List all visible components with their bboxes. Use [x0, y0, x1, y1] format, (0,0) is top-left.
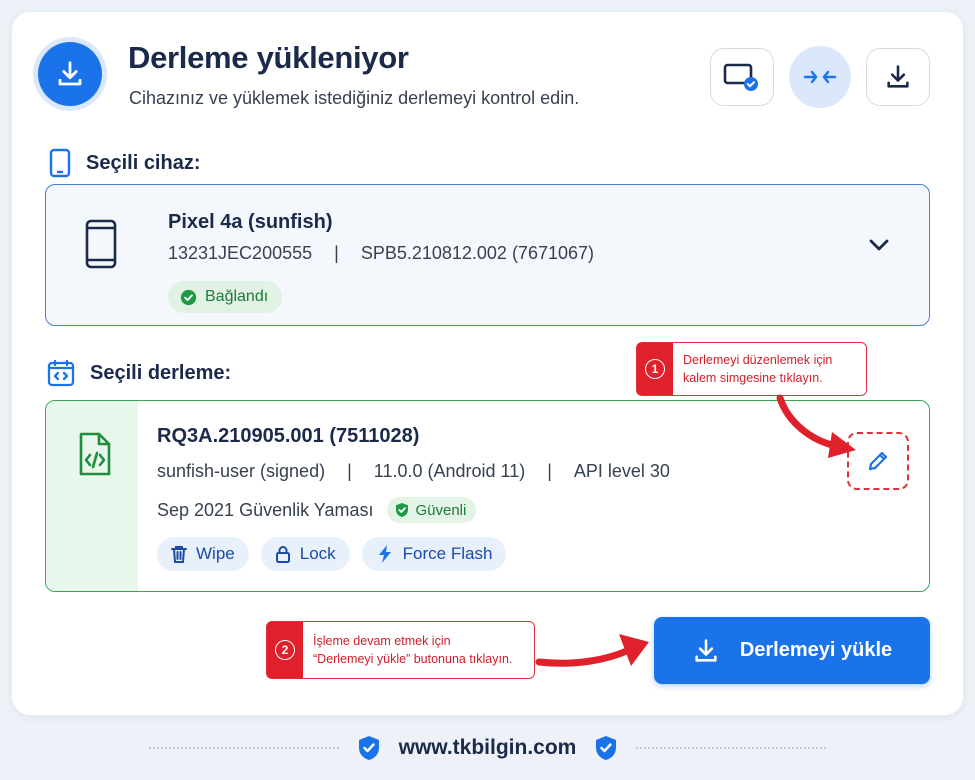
- wipe-label: Wipe: [196, 544, 235, 563]
- build-version: 11.0.0 (Android 11): [373, 461, 526, 481]
- build-section-title: Seçili derleme:: [90, 361, 232, 384]
- wipe-chip[interactable]: Wipe: [157, 537, 249, 571]
- callout-line: “Derlemeyi yükle” butonuna tıklayın.: [313, 652, 513, 666]
- shield-check-icon: [396, 503, 409, 517]
- divider: [636, 747, 827, 749]
- shield-check-icon: [358, 736, 379, 760]
- callout-text: İşleme devam etmek için “Derlemeyi yükle…: [313, 632, 512, 668]
- flash-icon: [378, 545, 391, 563]
- callout-edit-hint: 1 Derlemeyi düzenlemek için kalem simges…: [636, 342, 867, 396]
- download-button[interactable]: [866, 48, 930, 106]
- build-api-level: API level 30: [573, 461, 670, 481]
- build-meta: sunfish-user (signed) | 11.0.0 (Android …: [157, 461, 670, 482]
- device-section-title: Seçili cihaz:: [86, 151, 201, 174]
- force-flash-chip[interactable]: Force Flash: [361, 537, 507, 571]
- callout-line: kalem simgesine tıklayın.: [683, 371, 823, 385]
- footer: www.tkbilgin.com: [0, 728, 975, 768]
- build-name: RQ3A.210905.001 (7511028): [157, 425, 420, 447]
- code-window-icon: [47, 359, 75, 387]
- check-circle-icon: [180, 289, 197, 305]
- callout-line: Derlemeyi düzenlemek için: [683, 353, 833, 367]
- phone-icon: [49, 148, 71, 178]
- page-subtitle: Cihazınız ve yüklemek istediğiniz derlem…: [129, 88, 580, 108]
- lock-chip[interactable]: Lock: [260, 537, 350, 571]
- security-patch-text: Sep 2021 Güvenlik Yaması: [157, 499, 374, 520]
- device-name: Pixel 4a (sunfish): [168, 211, 333, 233]
- selected-device-card[interactable]: Pixel 4a (sunfish) 13231JEC200555 | SPB5…: [45, 184, 930, 326]
- page-title: Derleme yükleniyor: [128, 40, 409, 75]
- chevron-down-icon[interactable]: [867, 237, 891, 253]
- callout-line: İşleme devam etmek için: [313, 634, 451, 648]
- phone-icon: [85, 219, 117, 269]
- status-badge: Bağlandı: [168, 281, 283, 313]
- arrow-icon: [535, 634, 649, 667]
- meta-separator: |: [347, 461, 352, 481]
- safe-badge-text: Güvenli: [415, 501, 467, 519]
- callout-number: 2: [267, 622, 303, 678]
- meta-separator: |: [334, 243, 339, 263]
- download-icon: [38, 42, 102, 106]
- compress-arrows-icon: [803, 70, 837, 84]
- build-icon-panel: [46, 401, 138, 591]
- download-icon: [695, 638, 717, 662]
- lock-label: Lock: [299, 544, 336, 563]
- download-icon: [887, 65, 909, 88]
- callout-number: 1: [637, 343, 673, 395]
- device-meta: 13231JEC200555 | SPB5.210812.002 (767106…: [168, 243, 594, 264]
- pencil-icon: [868, 451, 888, 471]
- build-section-label: Seçili derleme:: [46, 358, 231, 388]
- install-build-button[interactable]: Derlemeyi yükle: [654, 617, 930, 684]
- divider: [148, 747, 339, 749]
- install-build-label: Derlemeyi yükle: [739, 639, 893, 661]
- lock-icon: [275, 546, 290, 563]
- compress-button[interactable]: [789, 46, 851, 108]
- trash-icon: [171, 546, 187, 563]
- shield-check-icon: [596, 736, 617, 760]
- callout-text: Derlemeyi düzenlemek için kalem simgesin…: [683, 351, 832, 387]
- footer-url: www.tkbilgin.com: [398, 736, 577, 759]
- safe-badge: Güvenli: [387, 497, 477, 523]
- arrow-icon: [776, 394, 856, 458]
- callout-install-hint: 2 İşleme devam etmek için “Derlemeyi yük…: [266, 621, 535, 679]
- meta-separator: |: [547, 461, 552, 481]
- status-text: Bağlandı: [205, 288, 269, 305]
- device-section-label: Seçili cihaz:: [48, 148, 201, 178]
- build-options: Wipe Lock Force Flash: [157, 537, 507, 571]
- device-build-id: SPB5.210812.002 (7671067): [360, 243, 595, 263]
- build-variant: sunfish-user (signed): [157, 461, 326, 481]
- security-patch-row: Sep 2021 Güvenlik Yaması Güvenli: [157, 497, 477, 523]
- device-serial: 13231JEC200555: [168, 243, 313, 263]
- force-flash-label: Force Flash: [402, 544, 493, 563]
- code-file-icon: [79, 432, 111, 476]
- device-check-icon: [723, 63, 758, 91]
- device-check-button[interactable]: [710, 48, 774, 106]
